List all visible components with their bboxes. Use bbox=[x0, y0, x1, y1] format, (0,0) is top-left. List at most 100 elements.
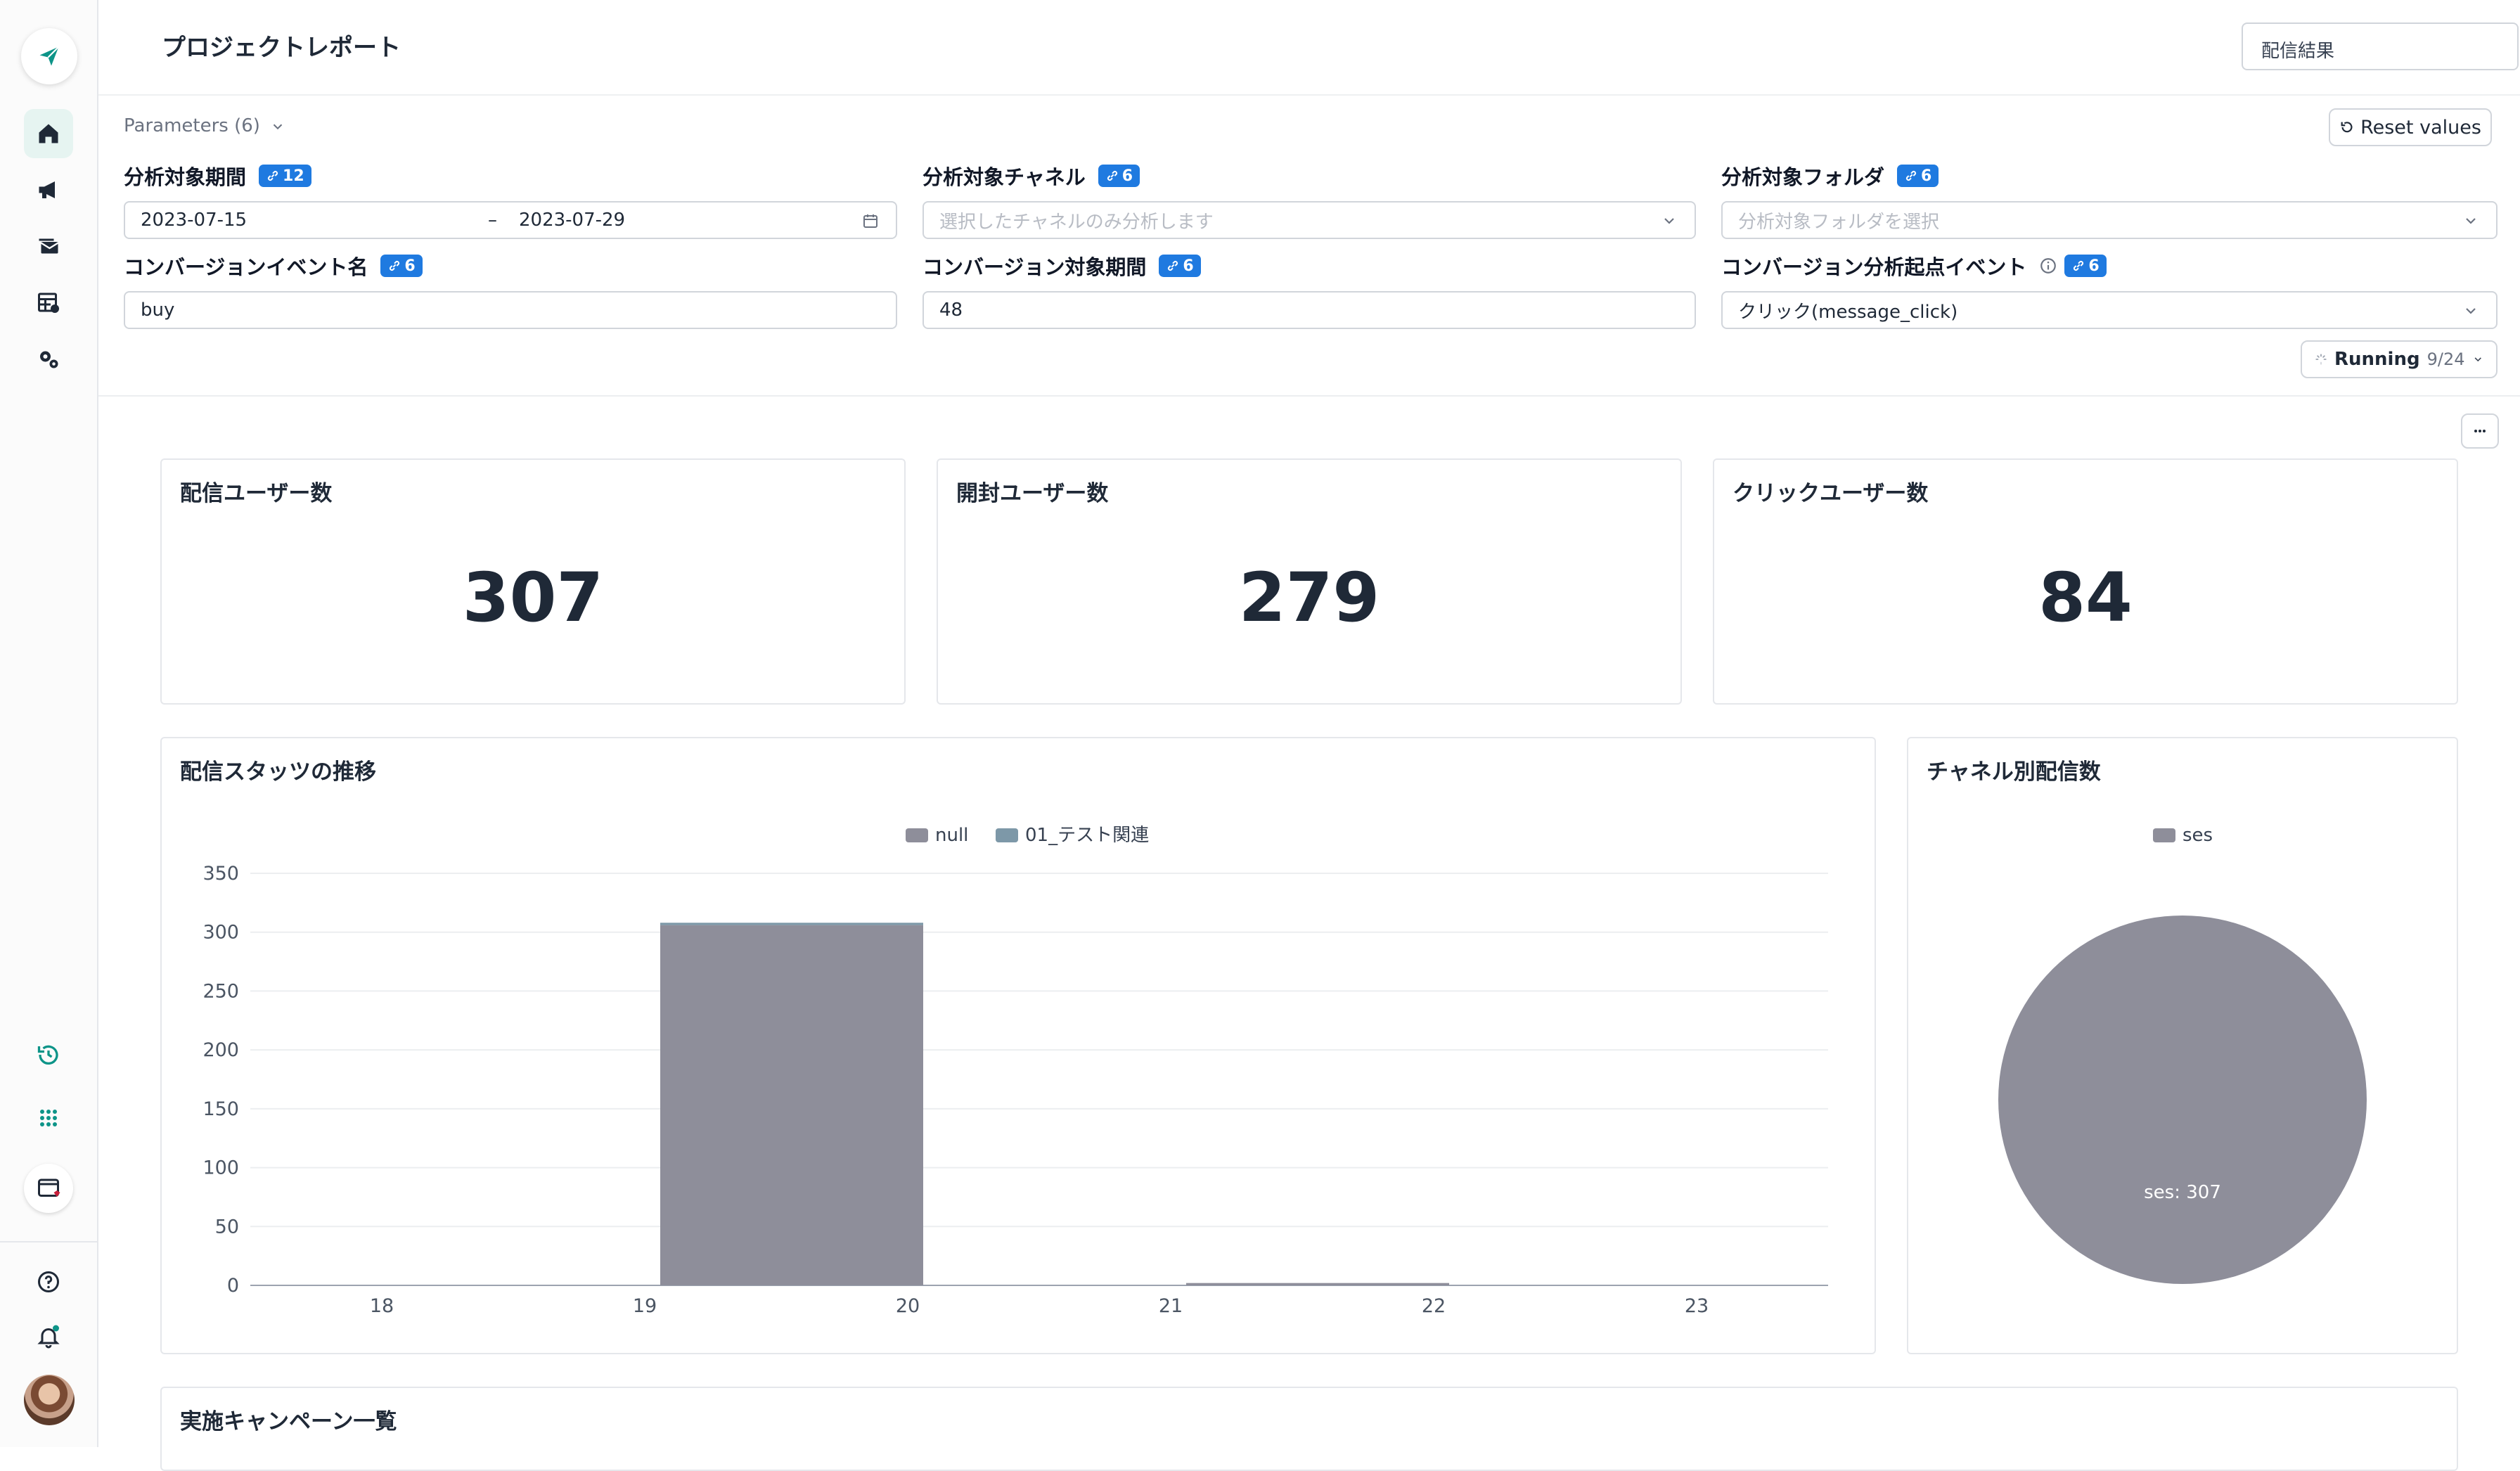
table-report-icon bbox=[38, 293, 59, 313]
y-tick-label: 150 bbox=[202, 1098, 239, 1120]
legend-swatch bbox=[2153, 828, 2175, 842]
sidebar-item-history[interactable] bbox=[24, 1030, 73, 1079]
period-to[interactable]: 2023-07-29 bbox=[519, 210, 625, 231]
link-badge: 6 bbox=[2064, 255, 2107, 277]
legend-label: 01_テスト関連 bbox=[1025, 825, 1149, 846]
x-tick-label: 21 bbox=[1159, 1295, 1183, 1317]
kpi-title: クリックユーザー数 bbox=[1732, 481, 1929, 506]
link-icon bbox=[1168, 260, 1178, 271]
user-avatar[interactable] bbox=[24, 1375, 75, 1425]
conversion-event-value: buy bbox=[141, 300, 175, 321]
bar[interactable] bbox=[1186, 1283, 1449, 1285]
spinner-icon bbox=[2315, 354, 2327, 365]
running-label: Running bbox=[2334, 349, 2420, 370]
legend-swatch bbox=[996, 828, 1018, 842]
bar-chart: null 01_テスト関連 0 50 100 150 200 250 300 350 18 19 20 2… bbox=[202, 825, 1828, 1317]
sidebar-item-apps[interactable] bbox=[24, 1093, 73, 1143]
link-icon bbox=[2074, 260, 2084, 271]
help-icon bbox=[38, 1271, 59, 1292]
sidebar-divider bbox=[0, 1241, 98, 1242]
link-icon bbox=[390, 260, 400, 271]
x-tick-label: 23 bbox=[1685, 1295, 1709, 1317]
parameters-toggle[interactable]: Parameters (6) bbox=[124, 115, 285, 136]
param-conversion-event: コンバージョンイベント名 6 buy bbox=[124, 252, 897, 329]
param-channel-label: 分析対象チャネル bbox=[922, 165, 1086, 189]
sidebar-item-notifications[interactable] bbox=[24, 1312, 73, 1361]
running-progress: 9/24 bbox=[2426, 349, 2465, 369]
calendar-icon[interactable] bbox=[862, 212, 879, 229]
channel-select[interactable]: 選択したチャネルのみ分析します bbox=[922, 201, 1696, 239]
channel-distribution-card: チャネル別配信数 ses ses: 307 bbox=[1907, 737, 2458, 1354]
pie-data-label: ses: 307 bbox=[2144, 1182, 2221, 1203]
period-separator: – bbox=[488, 210, 497, 231]
info-icon[interactable] bbox=[2039, 257, 2057, 275]
chevron-down-icon bbox=[2466, 308, 2476, 314]
bar[interactable] bbox=[660, 925, 923, 1285]
campaign-list-card: 実施キャンペーン一覧 bbox=[160, 1387, 2458, 1471]
param-start-event-label: コンバージョン分析起点イベント bbox=[1721, 255, 2027, 279]
running-status-button[interactable]: Running 9/24 bbox=[2301, 340, 2498, 378]
paper-plane-icon bbox=[39, 46, 60, 66]
folder-select[interactable]: 分析対象フォルダを選択 bbox=[1721, 201, 2498, 239]
app-logo[interactable] bbox=[21, 28, 77, 84]
report-type-select[interactable]: 配信結果 bbox=[2242, 23, 2519, 70]
gears-icon bbox=[40, 351, 58, 368]
link-badge: 6 bbox=[1897, 165, 1939, 187]
kpi-card-opened: 開封ユーザー数 279 bbox=[937, 458, 1682, 705]
y-tick-label: 100 bbox=[202, 1157, 239, 1179]
sidebar-item-settings[interactable] bbox=[24, 334, 73, 383]
x-tick-label: 18 bbox=[370, 1295, 394, 1317]
channel-placeholder: 選択したチャネルのみ分析します bbox=[939, 211, 1214, 233]
parameters-title: Parameters (6) bbox=[124, 115, 260, 136]
conversion-period-input[interactable]: 48 bbox=[922, 291, 1696, 329]
sidebar-item-home[interactable] bbox=[24, 109, 73, 158]
kpi-title: 配信ユーザー数 bbox=[180, 481, 333, 506]
page-title: プロジェクトレポート bbox=[162, 34, 401, 62]
mail-stack-icon bbox=[39, 238, 59, 254]
legend-item[interactable]: 01_テスト関連 bbox=[996, 825, 1149, 846]
period-from[interactable]: 2023-07-15 bbox=[141, 210, 247, 231]
y-tick-label: 50 bbox=[215, 1216, 239, 1238]
chevron-down-icon bbox=[273, 124, 283, 129]
grid-apps-icon bbox=[40, 1110, 57, 1126]
conversion-event-input[interactable]: buy bbox=[124, 291, 897, 329]
period-date-range[interactable]: 2023-07-15 – 2023-07-29 bbox=[124, 201, 897, 239]
home-icon bbox=[39, 124, 58, 143]
link-icon bbox=[267, 170, 278, 181]
param-period: 分析対象期間 12 2023-07-15 – 2023-07-29 bbox=[124, 162, 897, 239]
y-tick-label: 300 bbox=[202, 922, 239, 944]
param-start-event: コンバージョン分析起点イベント 6 クリック(message_click) bbox=[1721, 252, 2498, 329]
pie-chart: ses ses: 307 bbox=[1998, 825, 2367, 1284]
start-event-value: クリック(message_click) bbox=[1738, 301, 1958, 323]
more-options-button[interactable] bbox=[2461, 413, 2499, 449]
pie-slice[interactable] bbox=[1998, 916, 2367, 1284]
bell-icon bbox=[37, 1325, 60, 1349]
link-icon bbox=[1107, 170, 1117, 181]
param-folder-label: 分析対象フォルダ bbox=[1721, 165, 1885, 189]
megaphone-icon bbox=[39, 181, 55, 198]
param-conversion-event-label: コンバージョンイベント名 bbox=[124, 255, 368, 279]
sidebar-item-window[interactable] bbox=[24, 1164, 73, 1213]
parameters-panel: Parameters (6) Reset values 分析対象期間 12 202… bbox=[98, 96, 2520, 397]
kpi-value: 84 bbox=[2038, 558, 2133, 637]
kpi-value: 307 bbox=[462, 558, 604, 637]
legend-item[interactable]: null bbox=[906, 825, 968, 846]
legend-item[interactable]: ses bbox=[2153, 825, 2213, 846]
sidebar-item-reports[interactable] bbox=[24, 278, 73, 327]
x-tick-label: 20 bbox=[896, 1295, 920, 1317]
link-icon bbox=[1905, 170, 1917, 181]
param-conversion-period-label: コンバージョン対象期間 bbox=[922, 255, 1147, 279]
reset-values-button[interactable]: Reset values bbox=[2329, 108, 2492, 146]
browser-window-icon bbox=[38, 1178, 60, 1197]
sidebar-item-campaigns[interactable] bbox=[24, 165, 73, 214]
y-tick-label: 200 bbox=[202, 1039, 239, 1061]
header: プロジェクトレポート 配信結果 bbox=[98, 0, 2520, 96]
legend-label: ses bbox=[2182, 825, 2213, 846]
sidebar-item-messages[interactable] bbox=[24, 221, 73, 271]
bar[interactable] bbox=[660, 923, 923, 925]
y-tick-label: 350 bbox=[202, 863, 239, 885]
legend-swatch bbox=[906, 828, 928, 842]
sidebar-item-help[interactable] bbox=[24, 1257, 73, 1306]
link-badge: 6 bbox=[1159, 255, 1201, 277]
start-event-select[interactable]: クリック(message_click) bbox=[1721, 291, 2498, 329]
